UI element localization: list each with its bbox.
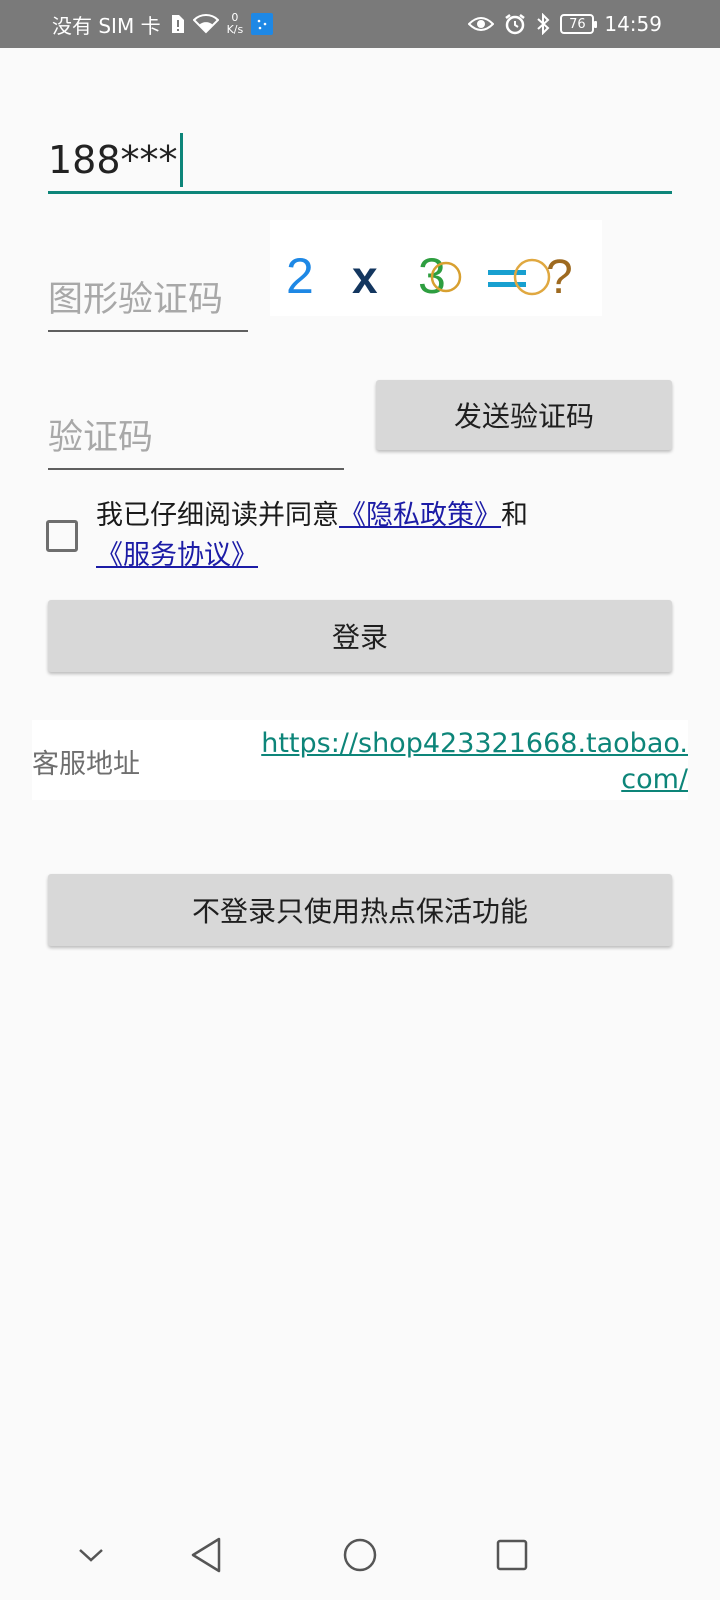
phone-input[interactable]: 188*** bbox=[48, 128, 672, 194]
customer-service-row: 客服地址 https://shop423321668.taobao.com/ bbox=[32, 720, 688, 800]
send-code-label: 发送验证码 bbox=[453, 400, 594, 433]
home-icon[interactable] bbox=[335, 1530, 385, 1580]
customer-service-link[interactable]: https://shop423321668.taobao.com/ bbox=[248, 726, 688, 798]
status-bar-left: 没有 SIM 卡 0 K/s bbox=[52, 0, 274, 48]
text-cursor bbox=[179, 132, 183, 187]
send-code-button[interactable]: 发送验证码 bbox=[376, 380, 672, 450]
sms-code-placeholder: 验证码 bbox=[48, 418, 154, 458]
privacy-policy-link[interactable]: 《隐私政策》 bbox=[339, 500, 501, 531]
phone-input-value: 188*** bbox=[48, 137, 178, 182]
chevron-down-icon[interactable] bbox=[66, 1530, 116, 1580]
captcha-image[interactable]: 2 x 3 ? bbox=[270, 220, 602, 316]
alarm-icon bbox=[504, 13, 526, 35]
agreement-and: 和 bbox=[501, 500, 528, 531]
eye-icon bbox=[468, 15, 495, 33]
battery-icon: 76 bbox=[560, 14, 598, 34]
status-bar-right: 76 14:59 bbox=[468, 0, 662, 48]
app-notification-icon bbox=[251, 13, 274, 35]
svg-text:x: x bbox=[352, 251, 378, 303]
network-speed: 0 K/s bbox=[227, 12, 244, 36]
wifi-icon bbox=[192, 14, 219, 34]
agreement-text: 我已仔细阅读并同意《隐私政策》和《服务协议》 bbox=[96, 496, 686, 576]
carrier-text: 没有 SIM 卡 bbox=[52, 13, 161, 38]
status-bar: 没有 SIM 卡 0 K/s 76 14:59 bbox=[0, 0, 720, 48]
captcha-image-graphic: 2 x 3 ? bbox=[286, 248, 573, 304]
agree-checkbox[interactable] bbox=[46, 520, 78, 552]
login-button[interactable]: 登录 bbox=[48, 600, 672, 672]
login-button-label: 登录 bbox=[331, 621, 388, 654]
sim-alert-icon bbox=[169, 14, 185, 34]
agreement-prefix: 我已仔细阅读并同意 bbox=[96, 500, 339, 531]
back-icon[interactable] bbox=[181, 1530, 231, 1580]
navigation-bar bbox=[0, 1510, 720, 1600]
hotspot-only-button[interactable]: 不登录只使用热点保活功能 bbox=[48, 874, 672, 946]
recents-icon[interactable] bbox=[487, 1530, 537, 1580]
captcha-input[interactable]: 图形验证码 bbox=[48, 250, 248, 332]
svg-text:2: 2 bbox=[286, 248, 314, 304]
network-speed-unit: K/s bbox=[226, 23, 244, 36]
customer-service-label: 客服地址 bbox=[32, 749, 140, 780]
service-agreement-link[interactable]: 《服务协议》 bbox=[96, 540, 258, 571]
clock-time: 14:59 bbox=[604, 12, 662, 36]
captcha-input-placeholder: 图形验证码 bbox=[48, 280, 224, 320]
sms-code-input[interactable]: 验证码 bbox=[48, 388, 344, 470]
agreement-row: 我已仔细阅读并同意《隐私政策》和《服务协议》 bbox=[46, 496, 686, 576]
svg-text:?: ? bbox=[546, 251, 573, 304]
bluetooth-icon bbox=[536, 13, 550, 35]
hotspot-only-label: 不登录只使用热点保活功能 bbox=[191, 895, 528, 928]
